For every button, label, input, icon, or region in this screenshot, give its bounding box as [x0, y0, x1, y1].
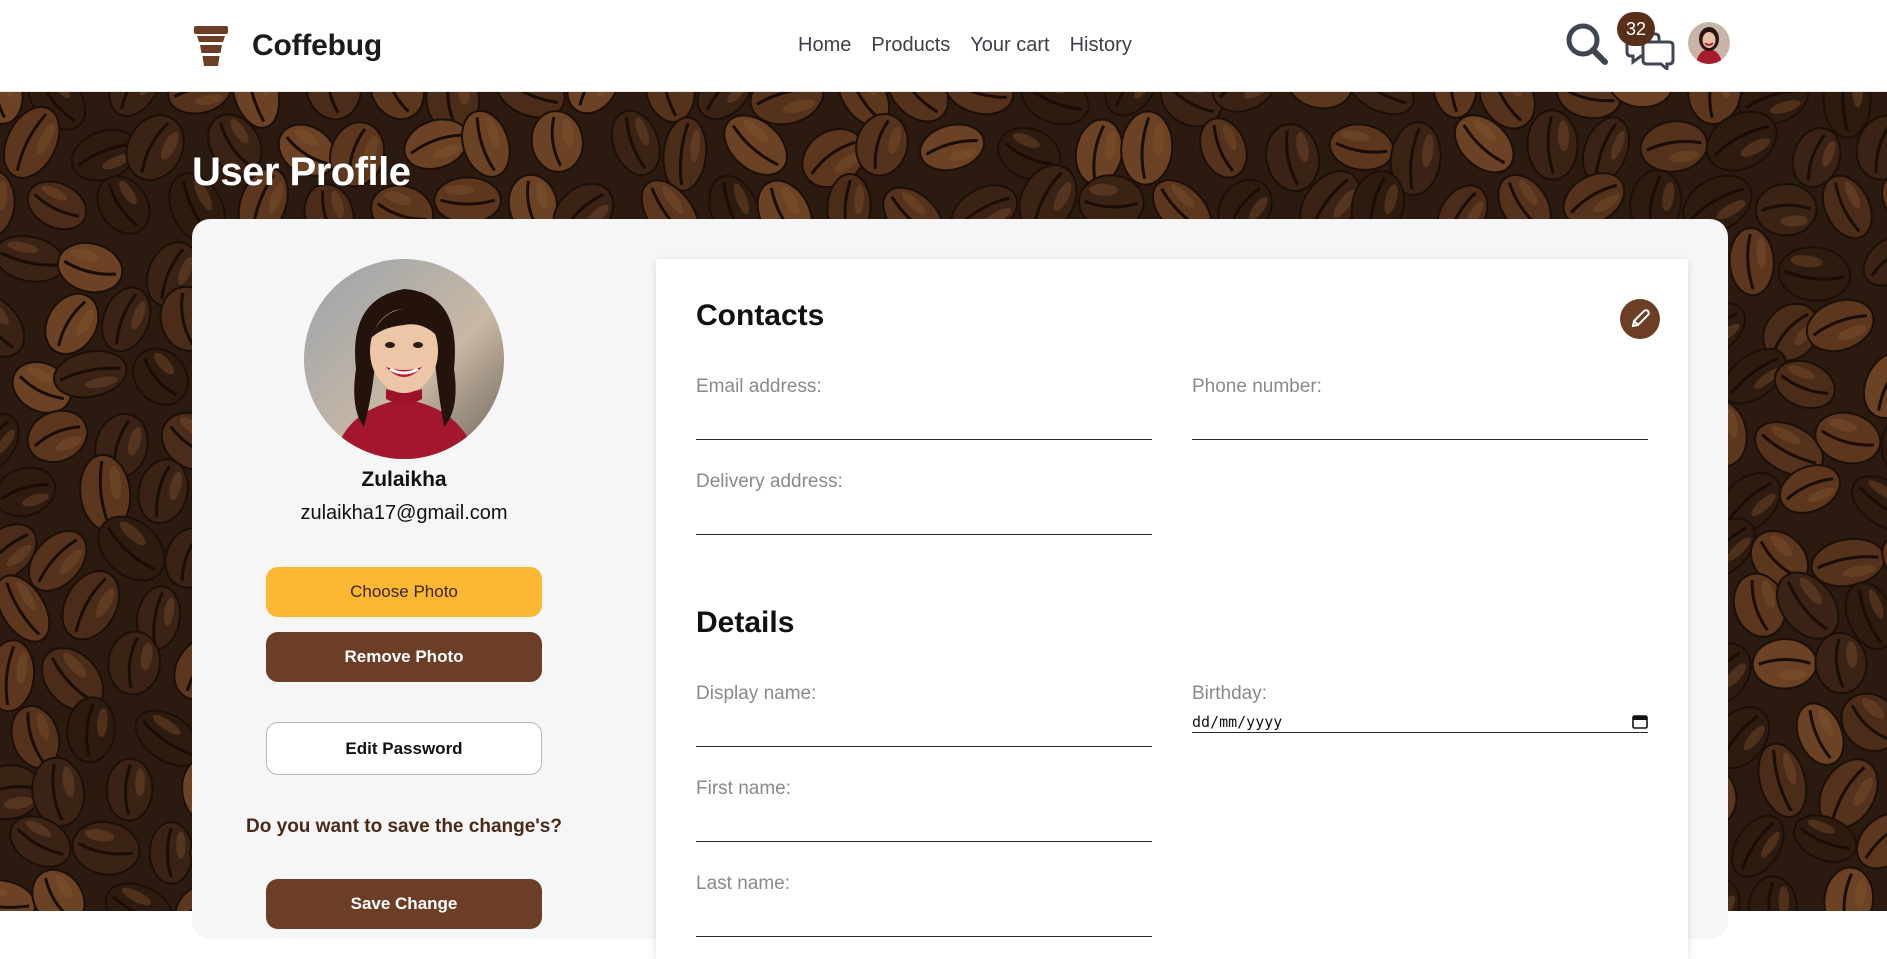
profile-sidebar: Zulaikha zulaikha17@gmail.com Choose Pho…	[192, 219, 616, 929]
last-name-label: Last name:	[696, 873, 790, 894]
save-change-button[interactable]: Save Change	[266, 879, 542, 929]
birthday-date-input[interactable]: dd/mm/yyyy	[1192, 711, 1648, 733]
main-nav: Home Products Your cart History	[798, 34, 1132, 57]
phone-label: Phone number:	[1192, 376, 1322, 397]
nav-avatar[interactable]	[1688, 22, 1730, 64]
calendar-icon[interactable]	[1632, 714, 1648, 729]
last-name-input[interactable]	[696, 907, 1152, 937]
birthday-placeholder: dd/mm/yyyy	[1192, 712, 1283, 731]
profile-form-card: Contacts Email address: Phone number: De…	[656, 259, 1688, 959]
profile-panel: Zulaikha zulaikha17@gmail.com Choose Pho…	[192, 219, 1728, 959]
phone-input[interactable]	[1192, 410, 1648, 440]
delivery-address-input[interactable]	[696, 505, 1152, 535]
details-section-title: Details	[696, 606, 795, 639]
brand[interactable]: Coffebug	[192, 24, 382, 68]
remove-photo-button[interactable]: Remove Photo	[266, 632, 542, 682]
user-avatar-image	[1688, 22, 1730, 64]
email-field: Email address:	[696, 376, 1152, 440]
email-label: Email address:	[696, 376, 822, 397]
first-name-label: First name:	[696, 778, 792, 799]
message-count-badge: 32	[1617, 12, 1655, 46]
profile-email: zulaikha17@gmail.com	[300, 502, 508, 524]
page-title: User Profile	[192, 150, 411, 194]
top-navbar: Coffebug Home Products Your cart History…	[0, 0, 1887, 92]
profile-name: Zulaikha	[361, 468, 447, 491]
first-name-input[interactable]	[696, 812, 1152, 842]
display-name-input[interactable]	[696, 717, 1152, 747]
profile-avatar	[304, 259, 504, 459]
save-question-text: Do you want to save the change's?	[246, 816, 562, 837]
first-name-field: First name:	[696, 778, 1152, 842]
contacts-section-title: Contacts	[696, 299, 825, 332]
profile-photo	[304, 259, 504, 459]
delivery-address-label: Delivery address:	[696, 471, 843, 492]
display-name-field: Display name:	[696, 683, 1152, 747]
birthday-field: Birthday: dd/mm/yyyy	[1192, 683, 1648, 733]
phone-field: Phone number:	[1192, 376, 1648, 440]
brand-name: Coffebug	[252, 29, 383, 62]
pencil-icon	[1631, 309, 1650, 328]
edit-contacts-button[interactable]	[1620, 299, 1660, 339]
birthday-label: Birthday:	[1192, 683, 1267, 704]
search-icon[interactable]	[1565, 22, 1609, 66]
display-name-label: Display name:	[696, 683, 817, 704]
delivery-address-field: Delivery address:	[696, 471, 1152, 535]
email-input[interactable]	[696, 410, 1152, 440]
nav-home-link[interactable]: Home	[798, 34, 851, 57]
nav-products-link[interactable]: Products	[871, 34, 950, 57]
edit-password-button[interactable]: Edit Password	[266, 722, 542, 775]
coffee-cup-icon	[194, 26, 228, 66]
nav-cart-link[interactable]: Your cart	[970, 34, 1049, 57]
last-name-field: Last name:	[696, 873, 1152, 937]
nav-actions: 32	[1565, 12, 1735, 74]
choose-photo-button[interactable]: Choose Photo	[266, 567, 542, 617]
nav-history-link[interactable]: History	[1070, 34, 1132, 57]
